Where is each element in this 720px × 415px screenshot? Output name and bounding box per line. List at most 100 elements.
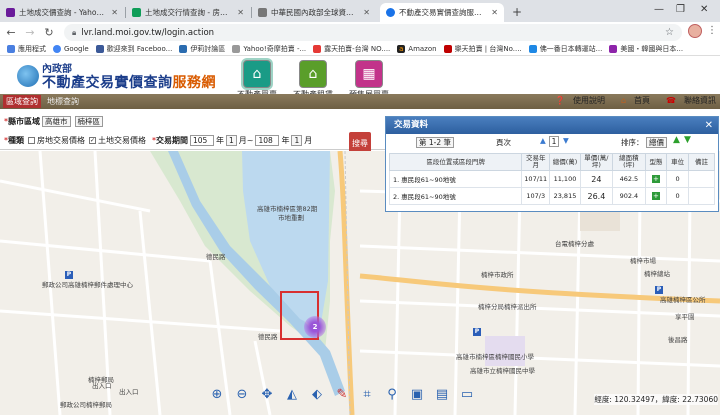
measure-area-icon[interactable]: ◭ bbox=[282, 385, 302, 403]
panel-header: 交易資料 ✕ bbox=[386, 117, 718, 134]
address-bar-row: ← → ↻ 🔒︎ lvr.land.moi.gov.tw/login.actio… bbox=[0, 22, 720, 43]
house-land-price-checkbox[interactable] bbox=[28, 137, 35, 144]
reload-icon[interactable]: ↻ bbox=[41, 26, 57, 39]
sort-ascending-icon[interactable]: ▲ bbox=[673, 135, 680, 145]
land-price-checkbox[interactable]: ✓ bbox=[89, 137, 96, 144]
column-header: 車位 bbox=[666, 153, 689, 171]
bookmark-google[interactable]: Google bbox=[53, 45, 89, 53]
browser-tab-yahoo[interactable]: 土地成交價查詢 - Yahoo奇摩 搜 ✕ bbox=[0, 3, 124, 22]
close-tab-icon[interactable]: ✕ bbox=[491, 8, 498, 17]
bookmark-us-korea-japan[interactable]: 美國・韓國與日本... bbox=[609, 44, 683, 54]
close-tab-icon[interactable]: ✕ bbox=[363, 8, 370, 17]
map-label: 楠梓市政所 bbox=[481, 271, 514, 279]
zoom-in-icon[interactable]: ⊕ bbox=[207, 385, 227, 403]
pan-icon[interactable]: ✥ bbox=[257, 385, 277, 403]
site-logo-title[interactable]: 不動產交易實價查詢服務網 bbox=[42, 72, 216, 92]
map-label: 楠梓總站 bbox=[644, 270, 670, 278]
minimize-icon[interactable]: — bbox=[654, 4, 664, 15]
bookmark-apps[interactable]: 應用程式 bbox=[7, 44, 46, 54]
bookmark-ruten[interactable]: 露天拍賣-台灣 NO.... bbox=[313, 44, 390, 54]
back-icon[interactable]: ← bbox=[3, 26, 19, 39]
bookmark-yahoo-auction[interactable]: Yahoo!奇摩拍賣 -... bbox=[232, 44, 306, 54]
record-range-select[interactable]: 第 1-2 筆 bbox=[416, 137, 455, 148]
column-header: 區段位置或區段門牌 bbox=[388, 153, 523, 171]
bookmark-eyny[interactable]: 伊莉討論區 bbox=[179, 44, 225, 54]
new-tab-icon[interactable]: + bbox=[512, 5, 522, 19]
parking-icon[interactable]: P bbox=[65, 271, 73, 279]
tab-landmark-query[interactable]: 地標查詢 bbox=[44, 95, 82, 108]
clear-marker-icon[interactable]: ✎ bbox=[332, 385, 352, 403]
bookmark-rakuten[interactable]: 樂天拍賣 | 台灣No.... bbox=[443, 44, 522, 54]
apps-grid-icon bbox=[7, 45, 15, 53]
from-year-input[interactable]: 105 bbox=[190, 135, 214, 146]
from-month-select[interactable]: 1 bbox=[226, 135, 237, 146]
bookmark-facebook[interactable]: 歡迎來到 Faceboo... bbox=[95, 44, 172, 54]
browser-tab-lvr[interactable]: 不動產交易實價查詢服務網 ✕ bbox=[380, 3, 504, 22]
phone-icon: ☎ bbox=[666, 96, 676, 105]
parking-icon[interactable]: P bbox=[473, 328, 481, 336]
forward-icon[interactable]: → bbox=[22, 26, 38, 39]
next-page-icon[interactable]: ▼ bbox=[563, 136, 569, 145]
menu-kebab-icon[interactable]: ⋮ bbox=[707, 25, 717, 36]
zoom-out-icon[interactable]: ⊖ bbox=[232, 385, 252, 403]
district-select[interactable]: 楠梓區 bbox=[74, 116, 103, 127]
close-tab-icon[interactable]: ✕ bbox=[111, 8, 118, 17]
column-header: 交易年月 bbox=[521, 153, 551, 171]
column-header: 備註 bbox=[687, 153, 716, 171]
map-label: 郵政公司高雄楠梓郵件處理中心 bbox=[42, 281, 133, 289]
shipping-icon bbox=[528, 45, 537, 53]
map-label: 出入口 bbox=[92, 382, 112, 390]
sort-select[interactable]: 總價 bbox=[646, 137, 667, 148]
to-month-select[interactable]: 1 bbox=[291, 135, 303, 146]
site-logo-emblem-icon bbox=[17, 65, 39, 87]
maximize-icon[interactable]: ❐ bbox=[676, 4, 685, 15]
help-link[interactable]: ❓ 使用說明 bbox=[547, 95, 605, 106]
home-link[interactable]: ⌂ 首頁 bbox=[613, 95, 650, 106]
column-header: 總價(萬) bbox=[549, 153, 581, 171]
forum-icon bbox=[179, 45, 188, 53]
map-label: 台電楠梓分處 bbox=[555, 240, 594, 248]
sort-descending-icon[interactable]: ▼ bbox=[684, 135, 691, 145]
bookmark-forwarder[interactable]: 佛一番日本轉運站... bbox=[528, 44, 602, 54]
land-type-icon[interactable]: + bbox=[651, 192, 660, 200]
map-toolbar: ⊕ ⊖ ✥ ◭ ⬖ ✎ ⌗ ⚲ ▣ ▤ ▭ bbox=[207, 385, 482, 403]
yahoo-favicon-icon bbox=[6, 8, 15, 17]
print-icon[interactable]: ▤ bbox=[432, 385, 452, 403]
profile-avatar[interactable] bbox=[688, 24, 702, 38]
close-tab-icon[interactable]: ✕ bbox=[237, 8, 244, 17]
browser-tab-land-price[interactable]: 土地成交行情查詢 - 房地產資訊 ✕ bbox=[126, 3, 250, 22]
map-label: 楠梓分局楠梓派出所 bbox=[478, 303, 537, 311]
locate-icon[interactable]: ⚲ bbox=[382, 385, 402, 403]
county-select[interactable]: 高雄市 bbox=[42, 116, 71, 127]
to-year-input[interactable]: 108 bbox=[255, 135, 280, 146]
bookmarks-bar: 應用程式 Google 歡迎來到 Faceboo... 伊莉討論區 Yahoo!… bbox=[0, 43, 720, 56]
measure-distance-icon[interactable]: ⬖ bbox=[307, 385, 327, 403]
table-row[interactable]: 1. 惠民段61~90地號 107/11 11,100 24 462.5 + 0 bbox=[388, 170, 716, 188]
house-sale-icon: ⌂ bbox=[243, 60, 271, 88]
map-label: 楠梓市場 bbox=[630, 257, 656, 265]
url-field[interactable]: 🔒︎ lvr.land.moi.gov.tw/login.action ☆ bbox=[64, 24, 682, 41]
prev-page-icon[interactable]: ▲ bbox=[540, 136, 546, 145]
tab-area-query[interactable]: 區域查詢 bbox=[3, 95, 41, 108]
google-icon bbox=[53, 45, 61, 53]
browser-tab-strip: 土地成交價查詢 - Yahoo奇摩 搜 ✕ 土地成交行情查詢 - 房地產資訊 ✕… bbox=[0, 0, 720, 22]
full-extent-icon[interactable]: ▣ bbox=[407, 385, 427, 403]
page-number-input[interactable]: 1 bbox=[549, 136, 559, 147]
contact-link[interactable]: ☎ 聯絡資訊 bbox=[658, 95, 716, 106]
close-panel-icon[interactable]: ✕ bbox=[705, 117, 713, 134]
sheet-favicon-icon bbox=[132, 8, 141, 17]
map-label: 郵政公司楠梓郵局 bbox=[60, 401, 112, 409]
transaction-cluster-marker[interactable]: 2 bbox=[304, 316, 326, 338]
table-row[interactable]: 2. 惠民段61~90地號 107/3 23,815 26.4 902.4 + … bbox=[388, 187, 716, 205]
parking-icon[interactable]: P bbox=[655, 286, 663, 294]
browser-tab-moi[interactable]: 中華民國內政部全球資訊網 ✕ bbox=[252, 3, 376, 22]
bookmark-amazon[interactable]: a Amazon bbox=[397, 45, 437, 53]
land-type-icon[interactable]: + bbox=[651, 175, 660, 183]
layer-icon[interactable]: ▭ bbox=[457, 385, 477, 403]
close-window-icon[interactable]: ✕ bbox=[700, 4, 708, 15]
grid-icon[interactable]: ⌗ bbox=[357, 385, 377, 403]
map-label: 享平園 bbox=[675, 313, 695, 321]
map-label: 德民路 bbox=[206, 253, 226, 261]
bookmark-star-icon[interactable]: ☆ bbox=[665, 27, 674, 38]
coordinate-readout: 經度: 120.32497，緯度: 22.73060 bbox=[594, 394, 718, 405]
